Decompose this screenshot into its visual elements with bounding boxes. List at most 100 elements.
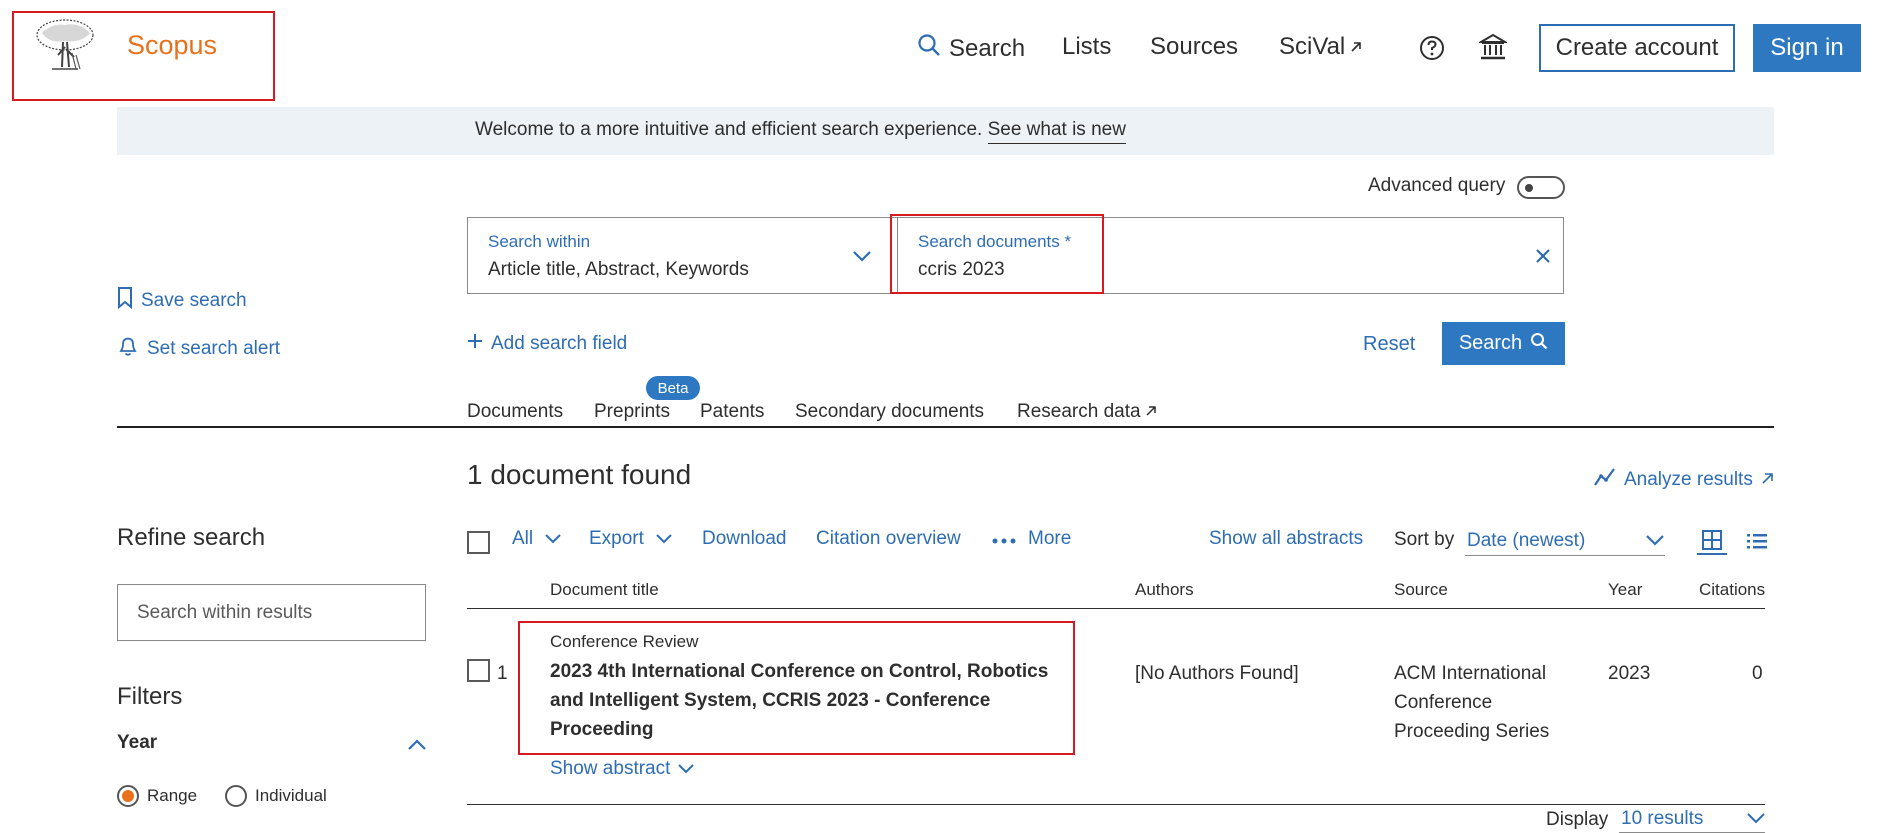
refine-search-heading: Refine search (117, 524, 266, 551)
all-label: All (512, 528, 534, 549)
bookmark-icon (117, 287, 133, 315)
search-within-label: Search within (488, 232, 591, 251)
document-citations[interactable]: 0 (1752, 659, 1763, 688)
download-button[interactable]: Download (702, 528, 787, 550)
plus-icon (467, 333, 483, 355)
chevron-down-icon (1645, 530, 1665, 552)
nav-scival-label: SciVal (1279, 33, 1346, 60)
banner-text-wrap: Welcome to a more intuitive and efficien… (475, 119, 1126, 144)
set-search-alert-label: Set search alert (147, 338, 281, 359)
banner-text: Welcome to a more intuitive and efficien… (475, 119, 983, 140)
column-source[interactable]: Source (1394, 580, 1448, 600)
column-document-title[interactable]: Document title (550, 580, 659, 600)
year-filter-heading[interactable]: Year (117, 732, 157, 754)
tab-research-data[interactable]: Research data (1017, 401, 1157, 423)
nav-lists[interactable]: Lists (1062, 33, 1111, 61)
search-within-results-input[interactable] (117, 584, 426, 641)
reset-button[interactable]: Reset (1363, 333, 1415, 356)
nav-scival[interactable]: SciVal (1279, 33, 1363, 61)
results-count: 1 document found (467, 459, 692, 490)
individual-label: Individual (255, 786, 327, 805)
create-account-button[interactable]: Create account (1539, 24, 1735, 72)
add-search-field-button[interactable]: Add search field (467, 333, 627, 355)
advanced-query-toggle[interactable] (1517, 176, 1565, 199)
search-within-value: Article title, Abstract, Keywords (488, 259, 749, 280)
chevron-down-icon (656, 528, 672, 550)
individual-radio[interactable] (225, 785, 247, 807)
advanced-query-label: Advanced query (1368, 175, 1506, 196)
nav-sources[interactable]: Sources (1150, 33, 1238, 61)
search-button-label: Search (1458, 332, 1523, 354)
beta-badge: Beta (646, 376, 700, 400)
clear-icon[interactable] (1536, 249, 1550, 268)
add-search-field-label: Add search field (491, 333, 628, 354)
list-view-icon[interactable] (1742, 527, 1772, 555)
brand-name[interactable]: Scopus (127, 30, 217, 61)
search-documents-highlight (890, 214, 1104, 294)
chevron-up-icon[interactable] (407, 738, 427, 756)
row-index: 1 (497, 663, 508, 684)
range-radio-option[interactable]: Range (117, 785, 197, 807)
show-abstract-label: Show abstract (550, 758, 671, 779)
save-search-label: Save search (141, 290, 247, 311)
result-highlight-box (518, 621, 1075, 755)
document-year: 2023 (1608, 663, 1651, 684)
elsevier-tree-icon[interactable] (32, 17, 98, 77)
column-citations[interactable]: Citations (1699, 580, 1765, 600)
display-count-value: 10 results (1621, 808, 1704, 829)
more-label: More (1028, 528, 1072, 549)
help-icon[interactable] (1419, 35, 1445, 66)
search-within-select[interactable]: Search within Article title, Abstract, K… (467, 217, 897, 294)
external-link-icon (1145, 401, 1157, 423)
tab-research-data-label: Research data (1017, 401, 1141, 422)
sort-by-label: Sort by (1394, 529, 1455, 550)
sign-in-button[interactable]: Sign in (1753, 24, 1861, 72)
column-authors[interactable]: Authors (1135, 580, 1194, 600)
table-header-divider (467, 608, 1765, 609)
save-search-link[interactable]: Save search (117, 287, 247, 315)
filters-heading: Filters (117, 683, 183, 710)
range-radio[interactable] (117, 785, 139, 807)
tab-patents[interactable]: Patents (700, 401, 764, 423)
analyze-results-label: Analyze results (1624, 469, 1753, 490)
export-dropdown[interactable]: Export (589, 528, 672, 550)
search-icon (917, 33, 941, 64)
nav-search-label: Search (949, 34, 1026, 62)
display-label: Display (1546, 809, 1609, 830)
column-year[interactable]: Year (1608, 580, 1642, 600)
display-count-select[interactable]: 10 results (1619, 806, 1765, 833)
tab-preprints[interactable]: Preprints (594, 401, 670, 423)
chevron-down-icon (678, 758, 695, 780)
chevron-down-icon (545, 528, 561, 550)
bell-icon (117, 335, 139, 363)
trend-chart-icon (1594, 467, 1616, 493)
document-authors: [No Authors Found] (1135, 663, 1299, 684)
search-icon (1530, 332, 1548, 356)
select-all-checkbox[interactable] (467, 531, 490, 554)
institution-icon[interactable] (1477, 33, 1509, 66)
nav-search[interactable]: Search (917, 33, 1025, 64)
see-what-is-new-link[interactable]: See what is new (987, 119, 1126, 144)
set-search-alert-link[interactable]: Set search alert (117, 335, 280, 363)
tabs-divider (117, 426, 1774, 428)
tab-secondary-documents[interactable]: Secondary documents (795, 401, 984, 423)
individual-radio-option[interactable]: Individual (225, 785, 327, 807)
tab-documents[interactable]: Documents (467, 401, 563, 423)
sort-by-select[interactable]: Date (newest) (1465, 526, 1665, 556)
chevron-down-icon (852, 249, 872, 267)
more-dots-icon (992, 528, 1016, 550)
more-button[interactable]: More (992, 528, 1071, 550)
all-dropdown[interactable]: All (512, 528, 561, 550)
citation-overview-button[interactable]: Citation overview (816, 528, 961, 550)
row-checkbox[interactable] (467, 659, 490, 682)
grid-view-icon[interactable] (1697, 527, 1727, 555)
chevron-down-icon (1747, 808, 1765, 830)
document-source-link[interactable]: ACM International Conference Proceeding … (1394, 659, 1569, 746)
external-link-icon (1349, 33, 1363, 61)
range-label: Range (147, 786, 198, 805)
show-all-abstracts-button[interactable]: Show all abstracts (1209, 528, 1363, 550)
search-button[interactable]: Search (1442, 322, 1565, 365)
analyze-results-link[interactable]: Analyze results (1594, 467, 1774, 493)
show-abstract-button[interactable]: Show abstract (550, 758, 695, 780)
table-footer-divider (467, 804, 1765, 805)
